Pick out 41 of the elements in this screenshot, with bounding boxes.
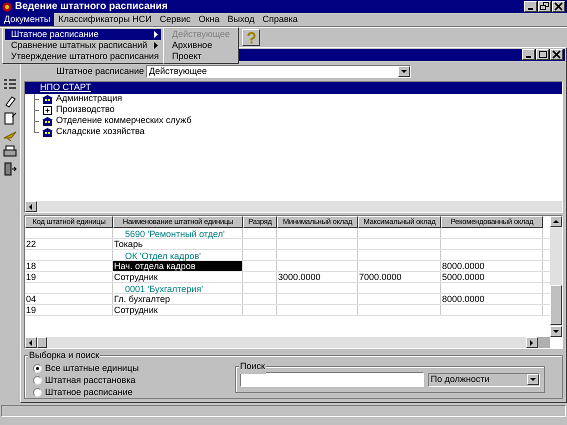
- menu-item[interactable]: Выход: [224, 13, 258, 26]
- radio-label: Штатная расстановка: [45, 374, 136, 387]
- radio-label: Штатное расписание: [45, 386, 133, 399]
- table-cell: Нач. отдела кадров: [113, 261, 243, 272]
- menu-entry[interactable]: Штатное расписание: [5, 29, 161, 40]
- table-cell: 3000.0000: [277, 272, 358, 282]
- table-cell: 04: [25, 294, 113, 304]
- table-cell: Сотрудник: [113, 305, 243, 316]
- menu-entry[interactable]: Сравнение штатных расписаний: [5, 40, 161, 51]
- tree-item[interactable]: Отделение коммерческих служб: [56, 114, 192, 128]
- table-cell: 19: [25, 272, 113, 282]
- table-cell: 19: [25, 305, 113, 316]
- menu-entry[interactable]: Утверждение штатного расписания: [5, 51, 161, 62]
- table-cell: 7000.0000: [358, 272, 441, 282]
- radio-label: Все штатные единицы: [45, 362, 139, 375]
- table-cell: Гл. бухгалтер: [113, 294, 243, 304]
- menu-entry[interactable]: Проект: [166, 51, 236, 62]
- group-label: ОК 'Отдел кадров': [125, 251, 201, 262]
- table-cell: 8000.0000: [441, 294, 543, 304]
- tree-item[interactable]: Складские хозяйства: [56, 125, 145, 139]
- table-cell: Токарь: [113, 239, 243, 250]
- menu-item[interactable]: Справка: [258, 13, 302, 26]
- group-box-title: Выборка и поиск: [28, 349, 100, 363]
- table-cell: 8000.0000: [441, 261, 543, 272]
- table-cell: 5000.0000: [441, 272, 543, 282]
- group-label: 0001 'Бухгалтерия': [125, 284, 203, 294]
- group-label: 5690 'Ремонтный отдел': [125, 229, 225, 240]
- tree-item[interactable]: Производство: [56, 103, 115, 117]
- menu-item[interactable]: Сервис: [156, 13, 195, 26]
- filter-label: Штатное расписание: [55, 64, 145, 78]
- search-mode-dropdown[interactable]: По должности: [428, 372, 540, 387]
- menu-item[interactable]: Классификаторы НСИ: [54, 13, 156, 26]
- tree-item[interactable]: НПО СТАРТ: [25, 82, 562, 94]
- schedule-dropdown[interactable]: Действующее: [146, 65, 411, 78]
- menu-item[interactable]: Документы: [0, 13, 54, 26]
- tree-item[interactable]: Администрация: [56, 92, 122, 106]
- table-cell: Сотрудник: [113, 272, 243, 282]
- table-cell: 22: [25, 239, 113, 250]
- menu-entry[interactable]: Архивное: [166, 40, 236, 51]
- menu-item[interactable]: Окна: [194, 13, 224, 26]
- window-title: Ведение штатного расписания: [15, 2, 168, 12]
